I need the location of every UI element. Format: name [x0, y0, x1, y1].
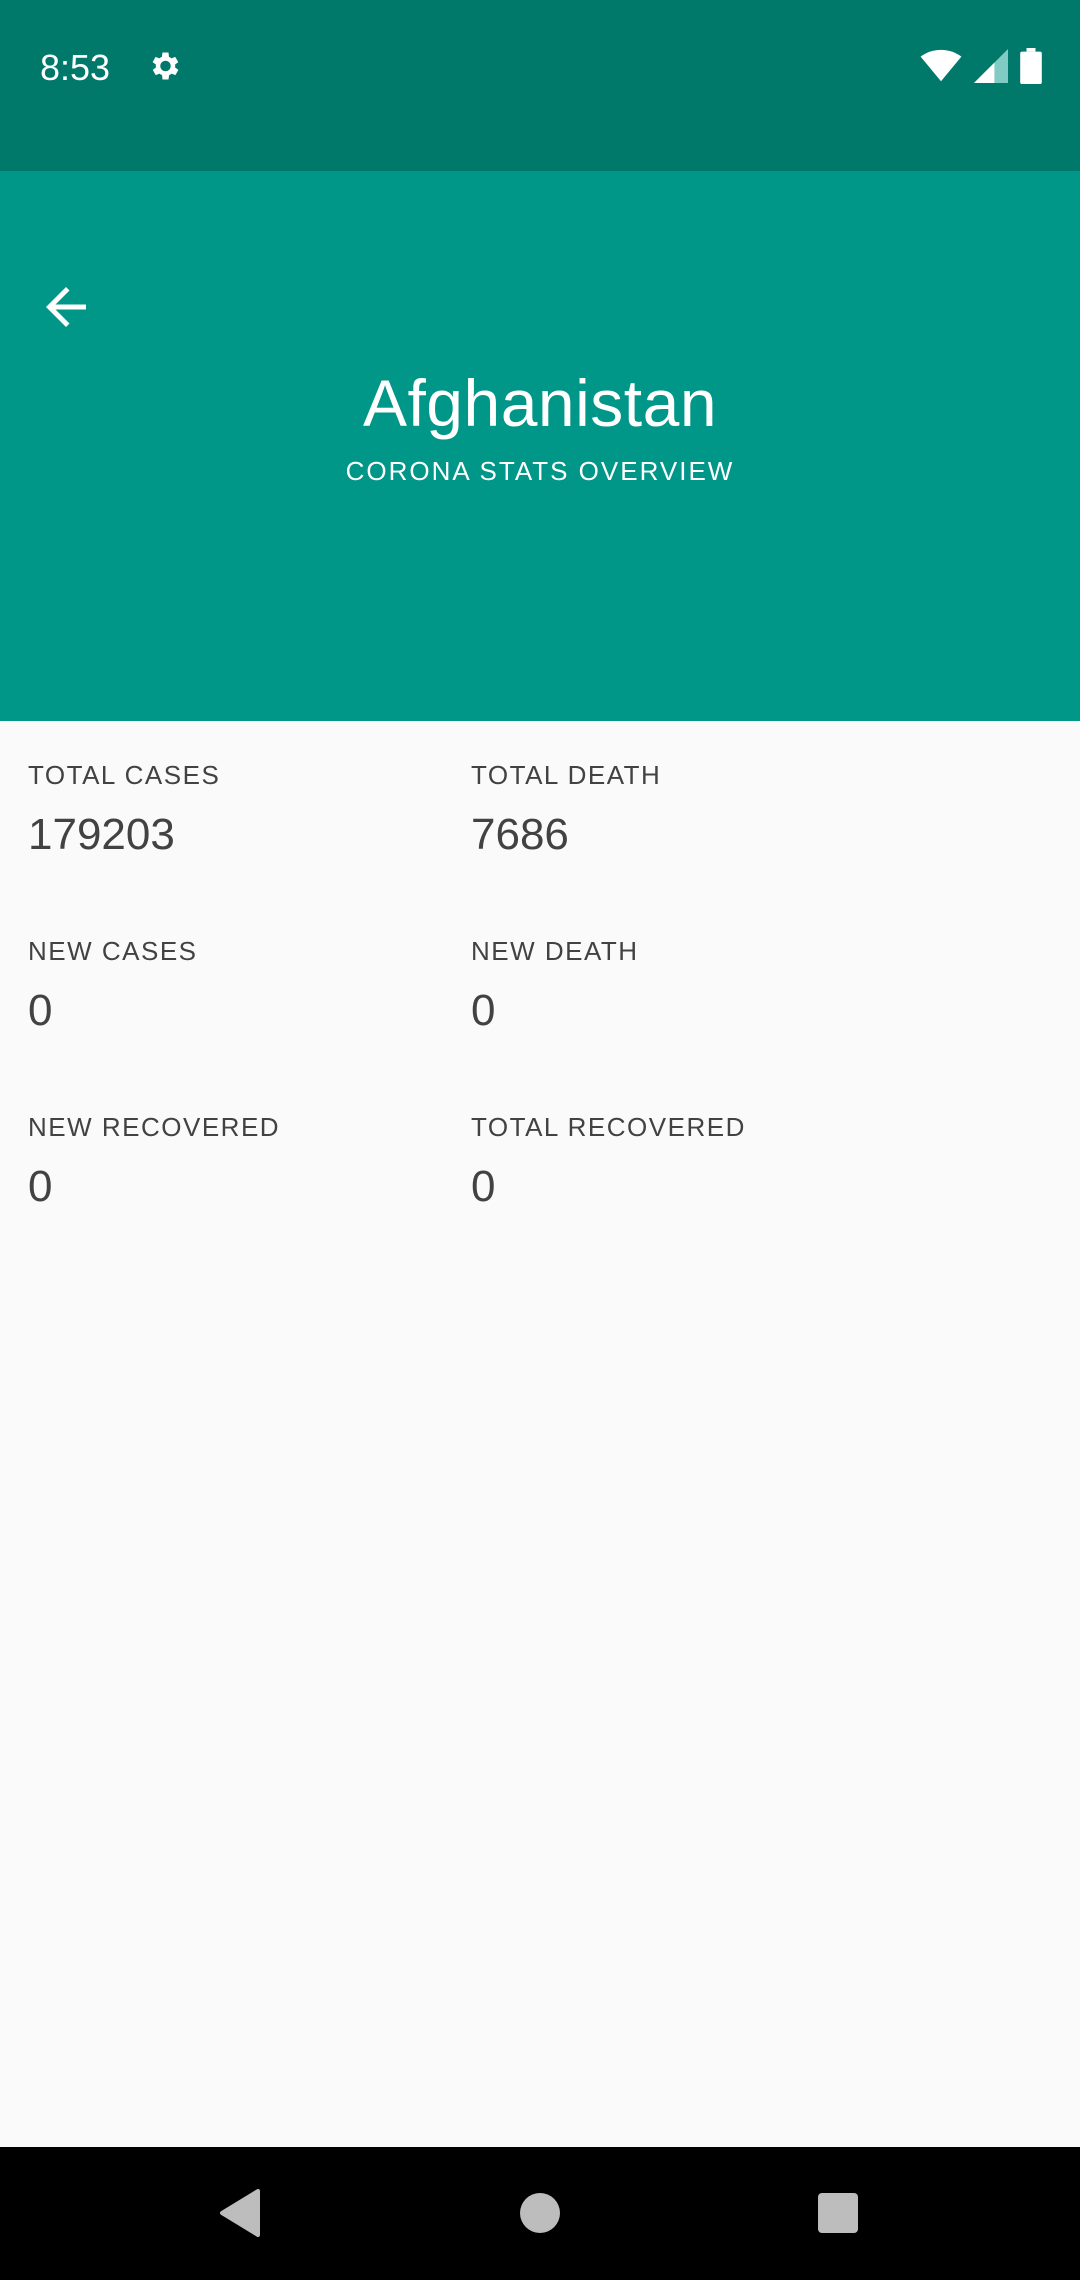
- gear-icon: [146, 48, 182, 84]
- stat-value: 7686: [471, 810, 569, 859]
- stat-value: 179203: [28, 810, 175, 859]
- stat-total-cases: TOTAL CASES 179203: [28, 757, 468, 863]
- status-icons: [920, 47, 1042, 89]
- stat-value: 0: [471, 986, 496, 1035]
- status-bar: 8:53: [0, 0, 1080, 171]
- nav-recents-button[interactable]: [798, 2173, 878, 2253]
- stat-new-death: NEW DEATH 0: [471, 933, 911, 1039]
- stat-new-cases: NEW CASES 0: [28, 933, 468, 1039]
- battery-icon: [1020, 47, 1042, 89]
- stat-label: NEW CASES: [28, 936, 198, 966]
- back-triangle-icon: [220, 2189, 260, 2237]
- status-time: 8:53: [40, 47, 111, 88]
- stat-value: 0: [28, 986, 53, 1035]
- stat-label: NEW RECOVERED: [28, 1112, 281, 1142]
- stat-total-recovered: TOTAL RECOVERED 0: [471, 1109, 911, 1215]
- stat-new-recovered: NEW RECOVERED 0: [28, 1109, 468, 1215]
- country-title: Afghanistan: [362, 366, 718, 440]
- stat-value: 0: [28, 1162, 53, 1211]
- stat-value: 0: [471, 1162, 496, 1211]
- stat-label: TOTAL DEATH: [471, 760, 662, 790]
- system-nav-bar: [0, 2147, 1080, 2280]
- wifi-icon: [920, 49, 962, 88]
- page-subtitle: CORONA STATS OVERVIEW: [345, 456, 735, 486]
- stat-label: NEW DEATH: [471, 936, 639, 966]
- app-bar: Afghanistan CORONA STATS OVERVIEW: [0, 171, 1080, 721]
- stat-label: TOTAL RECOVERED: [471, 1112, 746, 1142]
- nav-back-button[interactable]: [200, 2173, 280, 2253]
- arrow-back-icon: [46, 287, 86, 327]
- signal-icon: [974, 48, 1008, 88]
- back-button[interactable]: [26, 267, 106, 347]
- home-circle-icon: [520, 2193, 560, 2233]
- nav-home-button[interactable]: [500, 2173, 580, 2253]
- stats-grid: TOTAL CASES 179203 TOTAL DEATH 7686 NEW …: [0, 721, 1080, 2147]
- stat-total-death: TOTAL DEATH 7686: [471, 757, 911, 863]
- stat-label: TOTAL CASES: [28, 760, 221, 790]
- recents-square-icon: [818, 2193, 858, 2233]
